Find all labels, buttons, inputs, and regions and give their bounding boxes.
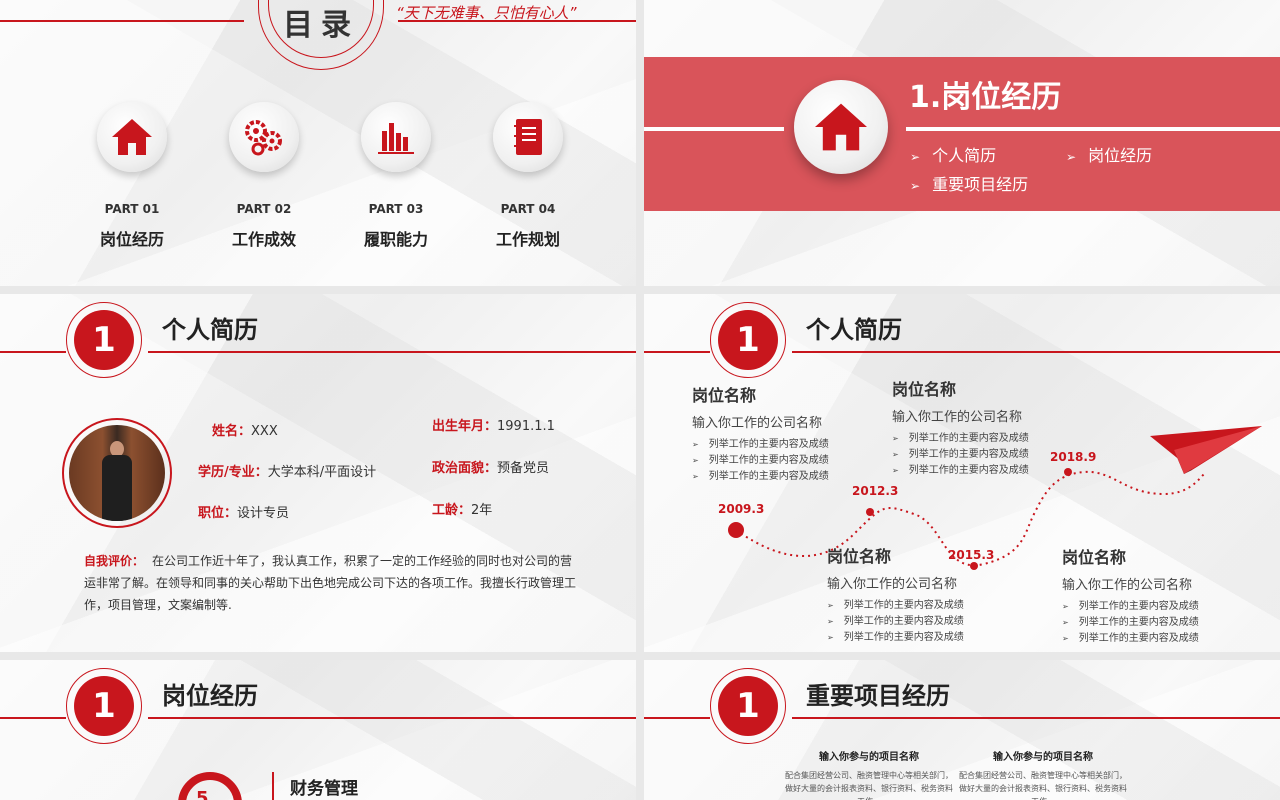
- arrow-icon: ➢: [910, 179, 921, 193]
- toc-part-label: PART 02: [236, 202, 292, 216]
- toc-part-label: PART 04: [500, 202, 556, 216]
- toc-item-name: 履职能力: [363, 230, 428, 249]
- divider-line: [148, 351, 636, 353]
- toc-item-1[interactable]: PART 01 岗位经历: [92, 102, 172, 250]
- slide-table-of-contents: 目录 “天下无难事、只怕有心人” PART 01 岗位经历 PART 02 工作…: [0, 0, 636, 286]
- divider-line: [906, 127, 1280, 131]
- timeline-year: 2012.3: [852, 484, 899, 498]
- toc-part-label: PART 01: [104, 202, 160, 216]
- divider-line: [272, 772, 274, 800]
- slide-timeline: 1 个人简历 2009.3 2012.3 2015.3 2018.9 岗位名称 …: [644, 294, 1280, 652]
- paper-plane-icon: [1150, 426, 1262, 474]
- divider-line: [644, 717, 710, 719]
- toc-item-4[interactable]: PART 04 工作规划: [488, 102, 568, 250]
- section-item[interactable]: ➢ 岗位经历: [1066, 142, 1152, 166]
- job-block: 岗位名称 输入你工作的公司名称 列举工作的主要内容及成绩列举工作的主要内容及成绩…: [892, 376, 1029, 479]
- divider-line: [0, 351, 66, 353]
- info-name: 姓名：XXX: [212, 424, 278, 439]
- job-block: 岗位名称 输入你工作的公司名称 列举工作的主要内容及成绩列举工作的主要内容及成绩…: [827, 543, 964, 646]
- timeline-year: 2009.3: [718, 502, 765, 516]
- arrow-icon: ➢: [910, 150, 921, 164]
- project-block: 输入你参与的项目名称 配合集团经营公司、融资管理中心等相关部门，做好大量的会计报…: [785, 752, 953, 800]
- toc-title: 目录: [283, 8, 359, 43]
- toc-part-label: PART 03: [368, 202, 424, 216]
- info-position: 职位：设计专员: [198, 506, 290, 521]
- toc-item-3[interactable]: PART 03 履职能力: [356, 102, 436, 250]
- house-icon: [97, 102, 167, 172]
- section-title: 1.岗位经历: [909, 80, 1062, 115]
- gears-icon: [229, 102, 299, 172]
- divider-line: [792, 717, 1280, 719]
- section-item[interactable]: ➢ 重要项目经历: [910, 171, 1028, 195]
- divider-line: [0, 717, 66, 719]
- info-education: 学历/专业：大学本科/平面设计: [198, 465, 377, 480]
- section-number-badge: 1: [710, 668, 786, 744]
- slide-section-header: 1.岗位经历 ➢ 个人简历 ➢ 岗位经历 ➢ 重要项目经历: [644, 0, 1280, 286]
- slide-resume: 1 个人简历 姓名：XXX 学历/专业：大学本科/平面设计 职位：设计专员 出生…: [0, 294, 636, 652]
- slide-experience: 1 岗位经历 5. 财务管理: [0, 660, 636, 800]
- project-block: 输入你参与的项目名称 配合集团经营公司、融资管理中心等相关部门，做好大量的会计报…: [959, 752, 1127, 800]
- divider-line: [644, 127, 784, 131]
- toc-quote: “天下无难事、只怕有心人”: [396, 4, 577, 22]
- arrow-icon: ➢: [1066, 150, 1077, 164]
- house-icon: [794, 80, 888, 174]
- info-political-status: 政治面貌：预备党员: [432, 461, 550, 476]
- avatar: [62, 418, 172, 528]
- info-work-years: 工龄：2年: [432, 503, 493, 518]
- timeline-year: 2018.9: [1050, 450, 1097, 464]
- bar-chart-icon: [361, 102, 431, 172]
- section-item[interactable]: ➢ 个人简历: [910, 142, 996, 166]
- notebook-icon: [493, 102, 563, 172]
- slide-title: 个人简历: [162, 316, 258, 344]
- section-number-badge: 1: [66, 302, 142, 378]
- divider-line: [148, 717, 636, 719]
- ring-label: 5.: [196, 788, 216, 800]
- toc-item-name: 岗位经历: [99, 230, 164, 249]
- toc-item-2[interactable]: PART 02 工作成效: [224, 102, 304, 250]
- toc-item-name: 工作成效: [231, 230, 296, 249]
- slide-projects: 1 重要项目经历 输入你参与的项目名称 配合集团经营公司、融资管理中心等相关部门…: [644, 660, 1280, 800]
- job-block: 岗位名称 输入你工作的公司名称 列举工作的主要内容及成绩列举工作的主要内容及成绩…: [1062, 544, 1199, 647]
- slide-title: 岗位经历: [162, 682, 258, 710]
- slide-title: 重要项目经历: [806, 682, 950, 710]
- info-birth: 出生年月：1991.1.1: [432, 419, 555, 434]
- self-evaluation: 自我评价： 在公司工作近十年了，我认真工作，积累了一定的工作经验的同时也对公司的营…: [84, 554, 577, 612]
- item-title: 财务管理: [290, 779, 358, 799]
- section-number-badge: 1: [66, 668, 142, 744]
- divider-line: [0, 20, 244, 22]
- toc-item-name: 工作规划: [495, 230, 560, 249]
- job-block: 岗位名称 输入你工作的公司名称 列举工作的主要内容及成绩列举工作的主要内容及成绩…: [692, 382, 829, 485]
